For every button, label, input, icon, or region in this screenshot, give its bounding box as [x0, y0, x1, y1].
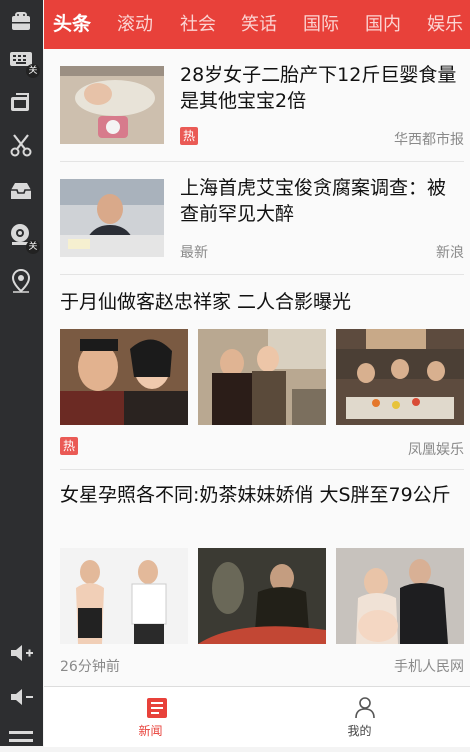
news-item[interactable]: 28岁女子二胎产下12斤巨婴食量是其他宝宝2倍 热 华西都市报	[60, 49, 464, 162]
android-icon[interactable]	[8, 8, 34, 34]
news-time: 最新	[180, 245, 208, 261]
news-item[interactable]: 上海首虎艾宝俊贪腐案调查：被查前罕见大醉 最新 新浪	[60, 162, 464, 275]
news-source: 华西都市报	[394, 132, 464, 148]
hot-badge: 热	[180, 127, 198, 145]
hot-badge: 热	[60, 437, 78, 455]
news-item[interactable]: 女星孕照各不同:奶茶妹妹娇俏 大S胖至79公斤 26分钟前 手机人民网	[60, 470, 464, 686]
inbox-icon[interactable]	[8, 178, 34, 204]
keyboard-off-badge: 关	[26, 64, 40, 78]
news-image-1	[60, 329, 188, 425]
volume-down-icon[interactable]	[8, 684, 34, 710]
nav-mine-label: 我的	[347, 724, 372, 738]
news-image-2	[198, 329, 326, 425]
tab-jokes[interactable]: 笑话	[241, 0, 277, 49]
newspaper-icon	[147, 698, 167, 718]
location-off-badge: 关	[26, 240, 40, 254]
news-title: 上海首虎艾宝俊贪腐案调查：被查前罕见大醉	[180, 177, 447, 225]
map-pin-icon[interactable]	[8, 268, 34, 294]
tab-entertainment[interactable]: 娱乐	[427, 0, 463, 49]
system-sidebar: 关 关	[0, 0, 43, 746]
news-app: 头条 滚动 社会 笑话 国际 国内 娱乐 28岁女子二胎产下12斤巨婴食量是其他…	[44, 0, 470, 747]
news-image-3	[336, 548, 464, 644]
tab-headlines[interactable]: 头条	[53, 0, 91, 49]
tab-rolling[interactable]: 滚动	[117, 0, 153, 49]
keyboard-icon[interactable]: 关	[8, 46, 40, 78]
news-time: 26分钟前	[60, 659, 120, 675]
news-source: 凤凰娱乐	[408, 442, 464, 458]
news-source: 手机人民网	[394, 659, 464, 675]
volume-up-icon[interactable]	[8, 640, 34, 666]
nav-mine[interactable]: 我的	[257, 687, 470, 747]
news-thumbnail	[60, 179, 164, 257]
news-item[interactable]: 于月仙做客赵忠祥家 二人合影曝光 热 凤凰娱乐	[60, 275, 464, 470]
news-image-3	[336, 329, 464, 425]
news-feed: 28岁女子二胎产下12斤巨婴食量是其他宝宝2倍 热 华西都市报 上海首虎艾宝俊贪…	[44, 49, 470, 686]
scissors-icon[interactable]	[8, 132, 34, 158]
nav-news[interactable]: 新闻	[44, 687, 257, 747]
tab-international[interactable]: 国际	[303, 0, 339, 49]
category-tab-bar: 头条 滚动 社会 笑话 国际 国内 娱乐	[44, 0, 470, 49]
news-image-2	[198, 548, 326, 644]
news-thumbnail	[60, 66, 164, 144]
news-title: 女星孕照各不同:奶茶妹妹娇俏 大S胖至79公斤	[60, 484, 451, 506]
tab-society[interactable]: 社会	[180, 0, 216, 49]
news-source: 新浪	[436, 245, 464, 261]
news-title: 于月仙做客赵忠祥家 二人合影曝光	[60, 291, 352, 313]
screen-rotate-icon[interactable]	[8, 88, 34, 114]
news-title: 28岁女子二胎产下12斤巨婴食量是其他宝宝2倍	[180, 64, 457, 112]
location-eye-icon[interactable]: 关	[8, 222, 40, 254]
tab-domestic[interactable]: 国内	[365, 0, 401, 49]
news-image-1	[60, 548, 188, 644]
menu-icon[interactable]	[8, 726, 34, 746]
nav-news-label: 新闻	[138, 724, 163, 738]
bottom-nav: 新闻 我的	[44, 686, 470, 747]
user-icon	[355, 697, 375, 719]
